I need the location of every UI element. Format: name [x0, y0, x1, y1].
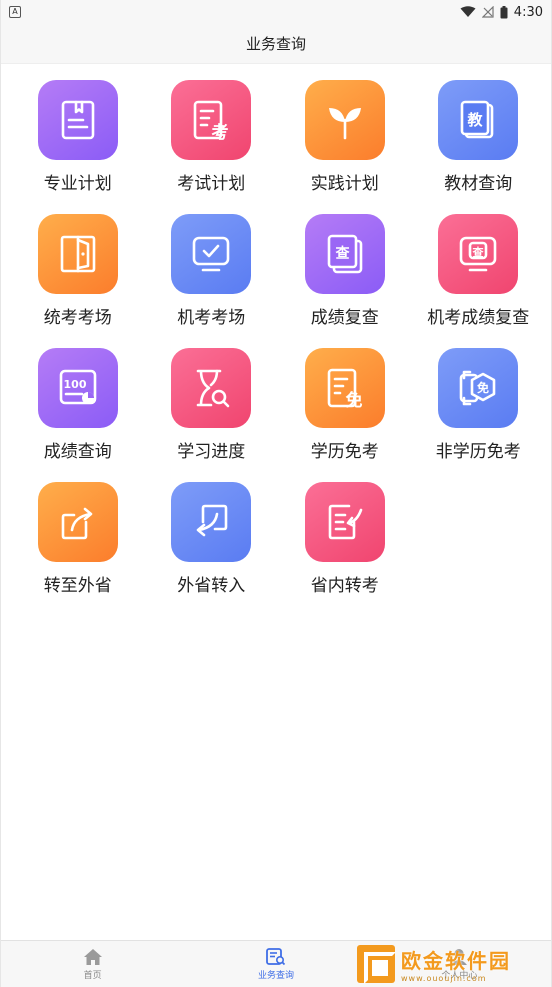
- title-bar: 业务查询: [1, 24, 551, 64]
- service-grid: 专业计划考考试计划 实践计划教教材查询 统考考场 机考考场查成绩复查查机考成绩复查 10…: [11, 80, 545, 596]
- list-transfer-icon: [304, 482, 385, 562]
- query-icon: [266, 947, 286, 965]
- wifi-icon: [460, 6, 476, 17]
- svg-text:免: 免: [477, 380, 489, 395]
- service-tile[interactable]: 省内转考: [278, 482, 412, 596]
- service-tile-label: 外省转入: [177, 576, 246, 596]
- nav-item-home[interactable]: 首页: [1, 941, 184, 987]
- exempt-doc-icon: 免: [304, 348, 385, 428]
- service-tile-label: 转至外省: [43, 576, 112, 596]
- monitor-check-icon: [171, 214, 252, 294]
- nav-label-user: 个人中心: [441, 970, 478, 981]
- service-tile[interactable]: 实践计划: [278, 80, 412, 194]
- service-tile-label: 实践计划: [310, 174, 379, 194]
- status-bar: A 4:30: [1, 0, 551, 24]
- exempt-badge-icon: 免: [438, 348, 519, 428]
- nav-item-user[interactable]: 个人中心: [368, 941, 551, 987]
- page-title: 业务查询: [245, 35, 306, 53]
- svg-text:免: 免: [345, 390, 362, 410]
- service-tile-label: 机考考场: [177, 308, 246, 328]
- service-tile[interactable]: 外省转入: [145, 482, 279, 596]
- battery-icon: [500, 5, 508, 18]
- home-icon: [83, 948, 102, 965]
- door-icon: [37, 214, 118, 294]
- svg-text:查: 查: [473, 245, 484, 259]
- service-tile-label: 机考成绩复查: [427, 308, 530, 328]
- nav-item-query[interactable]: 业务查询: [184, 941, 367, 987]
- service-tile-label: 省内转考: [310, 576, 379, 596]
- service-tile-label: 统考考场: [43, 308, 112, 328]
- service-tile[interactable]: 学习进度: [145, 348, 279, 462]
- service-tile[interactable]: 转至外省: [11, 482, 145, 596]
- service-tile[interactable]: 教教材查询: [412, 80, 546, 194]
- service-tile[interactable]: 考考试计划: [145, 80, 279, 194]
- bottom-nav: 首页 业务查询 个人中心: [1, 940, 551, 987]
- transfer-out-icon: [37, 482, 118, 562]
- svg-text:教: 教: [467, 111, 484, 129]
- service-tile-label: 学习进度: [177, 442, 246, 462]
- svg-text:100: 100: [63, 378, 86, 391]
- service-tile-label: 专业计划: [43, 174, 112, 194]
- service-tile[interactable]: 查成绩复查: [278, 214, 412, 328]
- notification-icon: A: [9, 6, 21, 18]
- service-tile-label: 教材查询: [444, 174, 513, 194]
- service-tile[interactable]: 免非学历免考: [412, 348, 546, 462]
- service-tile[interactable]: 查机考成绩复查: [412, 214, 546, 328]
- svg-text:考: 考: [211, 122, 229, 142]
- textbook-icon: 教: [438, 80, 519, 160]
- monitor-check-icon: 查: [438, 214, 519, 294]
- service-tile[interactable]: 机考考场: [145, 214, 279, 328]
- progress-search-icon: [171, 348, 252, 428]
- service-tile[interactable]: 专业计划: [11, 80, 145, 194]
- service-tile[interactable]: 100 成绩查询: [11, 348, 145, 462]
- nav-label-home: 首页: [83, 970, 102, 981]
- user-icon: [451, 948, 468, 965]
- service-tile-label: 非学历免考: [435, 442, 521, 462]
- status-icons: 4:30: [460, 5, 543, 20]
- score-icon: 100: [37, 348, 118, 428]
- service-tile-label: 学历免考: [310, 442, 379, 462]
- nav-label-query: 业务查询: [257, 970, 294, 981]
- transfer-in-icon: [171, 482, 252, 562]
- status-time: 4:30: [513, 4, 543, 20]
- exam-doc-icon: 考: [171, 80, 252, 160]
- service-tile-label: 成绩查询: [43, 442, 112, 462]
- notebook-icon: [37, 80, 118, 160]
- service-tile[interactable]: 免学历免考: [278, 348, 412, 462]
- service-tile-label: 成绩复查: [310, 308, 379, 328]
- service-tile-label: 考试计划: [177, 174, 246, 194]
- stack-check-icon: 查: [304, 214, 385, 294]
- app-screen: A 4:30 业务查询 专业计划考考试计划 实践计划教教材查询 统考考场 机考考场查成…: [0, 0, 552, 987]
- service-tile[interactable]: 统考考场: [11, 214, 145, 328]
- svg-text:查: 查: [335, 245, 350, 262]
- sprout-icon: [304, 80, 385, 160]
- no-signal-icon: [481, 6, 494, 18]
